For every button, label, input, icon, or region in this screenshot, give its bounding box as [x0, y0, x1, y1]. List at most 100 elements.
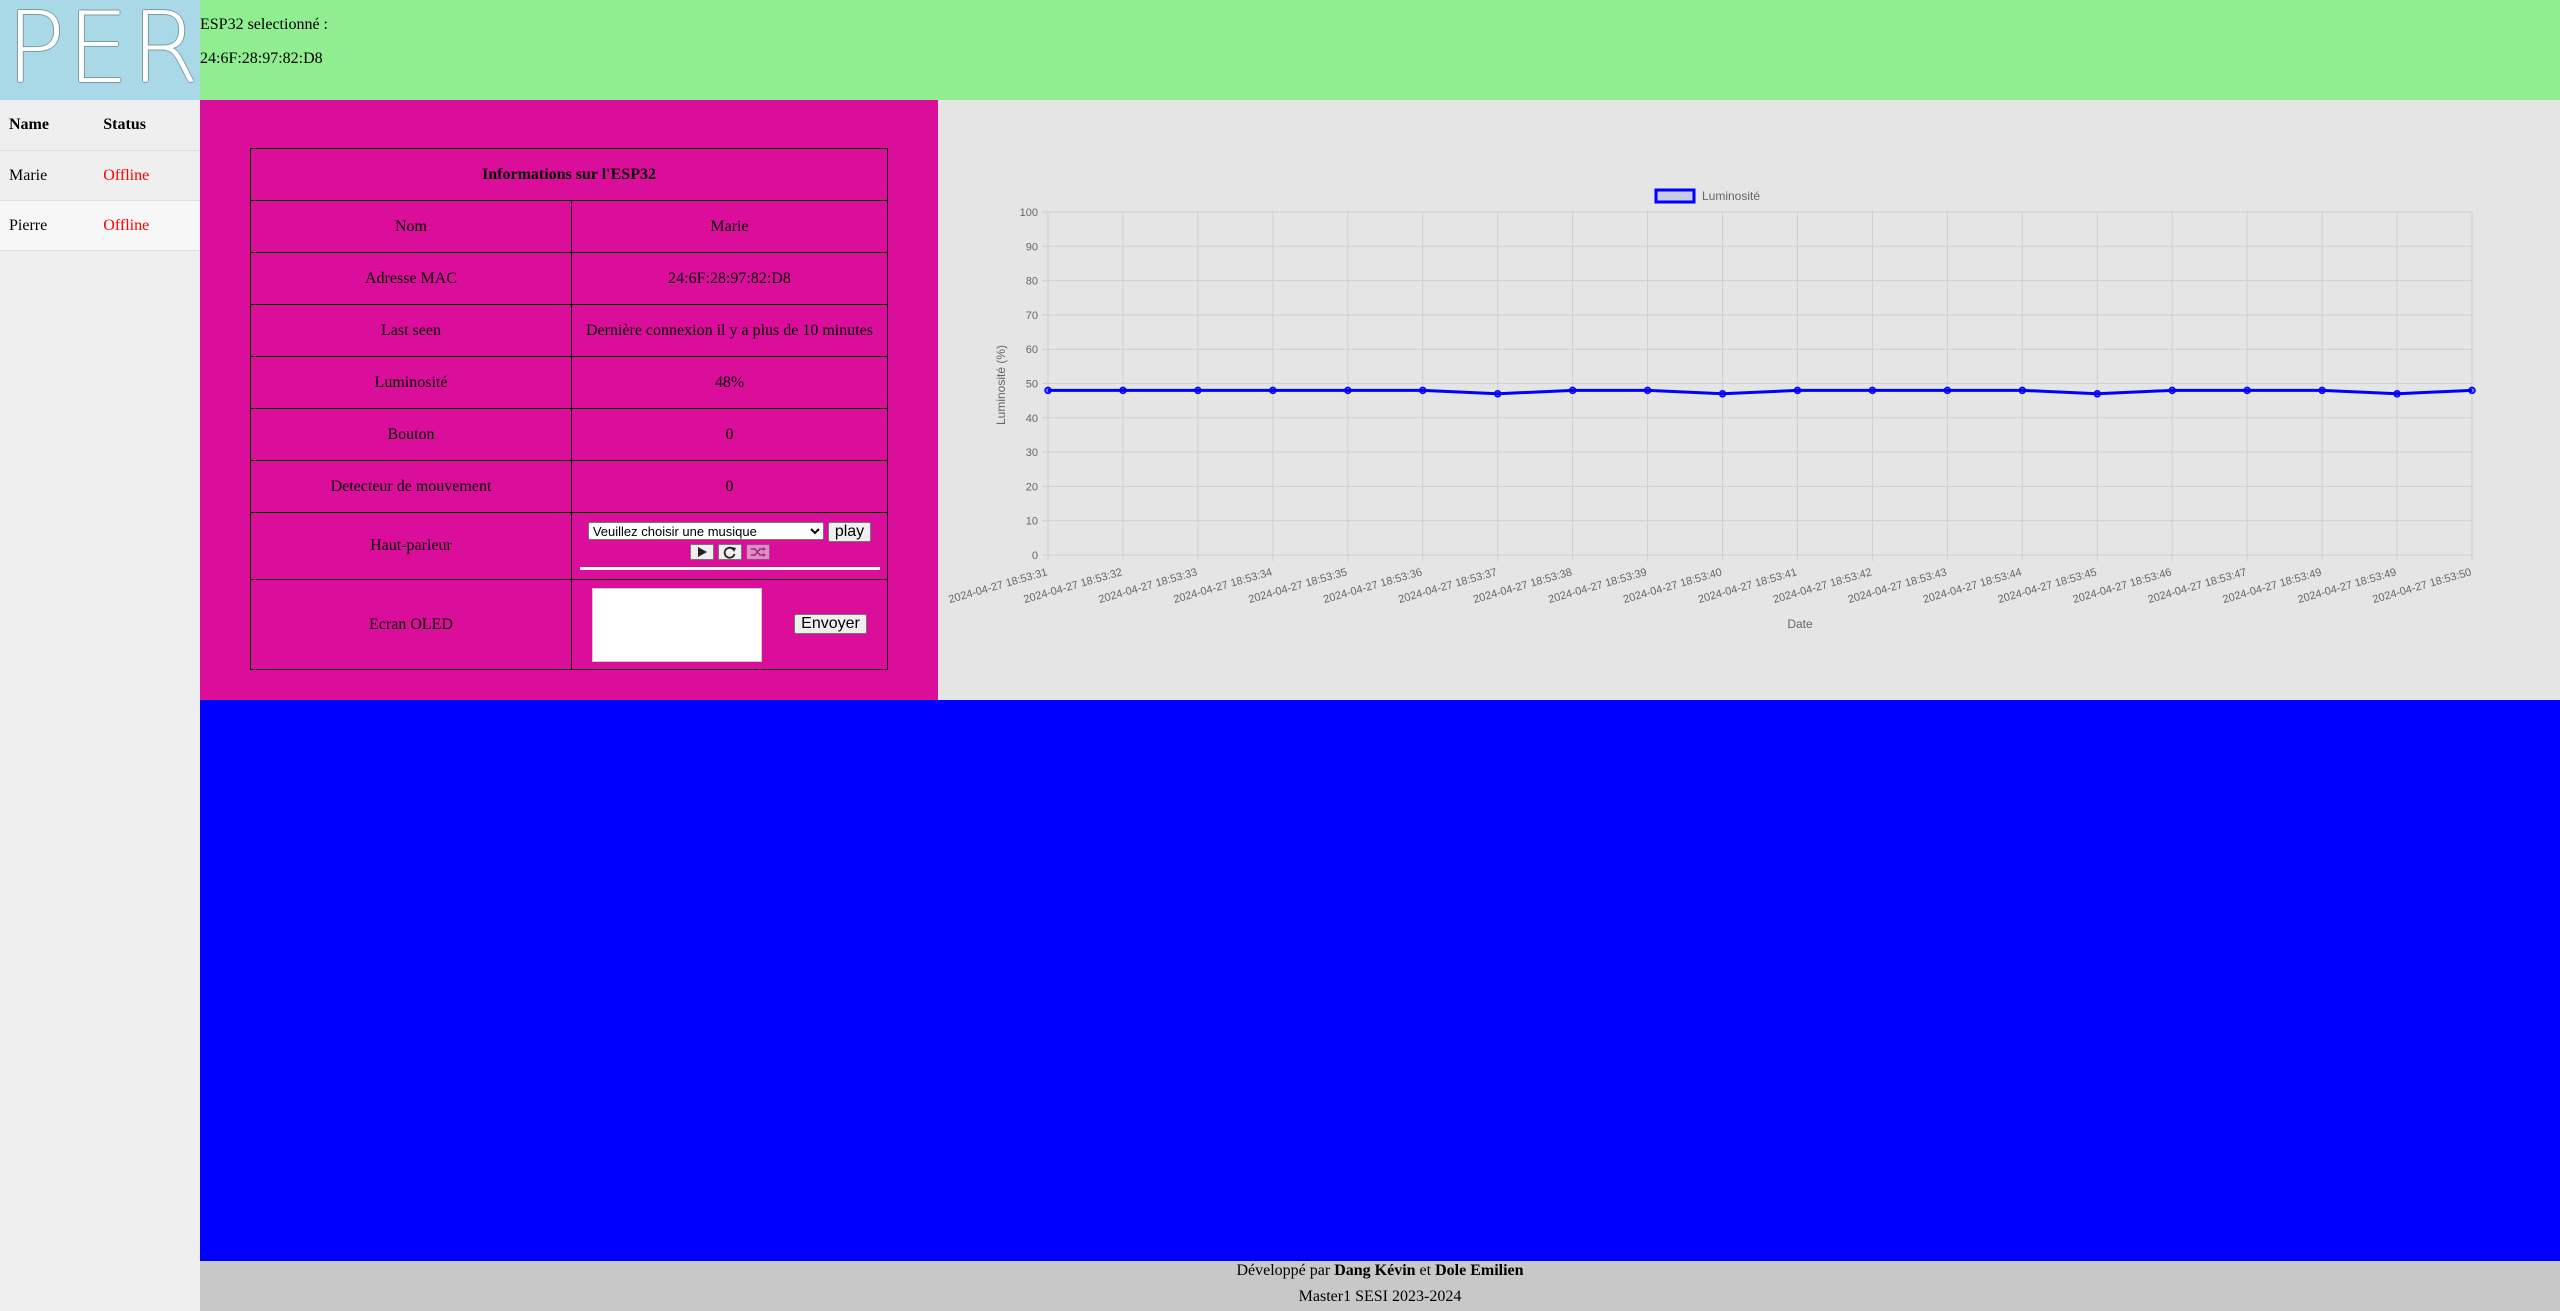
info-value: Marie: [571, 200, 888, 253]
y-axis-title: Luminosité (%): [994, 345, 1008, 425]
data-point: [1943, 386, 1952, 395]
footer: Développé par Dang Kévin et Dole Emilien…: [200, 1261, 2560, 1311]
y-tick-label: 70: [1026, 310, 1038, 322]
device-name[interactable]: Marie: [0, 150, 95, 201]
y-tick-label: 60: [1026, 344, 1038, 356]
y-tick-label: 80: [1026, 276, 1038, 288]
device-row-pierre[interactable]: Pierre Offline: [0, 200, 200, 251]
data-point: [1194, 386, 1202, 395]
repeat-icon[interactable]: [717, 544, 742, 561]
esp32-info-panel: Informations sur l'ESP32 Nom Marie Adres…: [200, 100, 938, 700]
data-point: [2393, 390, 2401, 398]
oled-label: Ecran OLED: [250, 579, 572, 670]
info-value: Dernière connexion il y a plus de 10 min…: [571, 304, 888, 357]
y-tick-label: 10: [1026, 516, 1038, 528]
data-point: [2318, 386, 2326, 395]
speaker-label: Haut-parleur: [250, 512, 572, 580]
speaker-controls: Veuillez choisir une musique play: [571, 512, 888, 580]
info-label: Detecteur de mouvement: [250, 460, 572, 513]
y-tick-label: 100: [1020, 207, 1038, 219]
info-value: 24:6F:28:97:82:D8: [571, 252, 888, 305]
data-point: [2018, 386, 2027, 395]
info-label: Luminosité: [250, 356, 572, 409]
device-row-marie[interactable]: Marie Offline: [0, 150, 200, 201]
footer-prefix: Développé par: [1236, 1262, 1331, 1279]
device-name[interactable]: Pierre: [0, 200, 95, 251]
column-header-name: Name: [0, 100, 95, 151]
info-label: Bouton: [250, 408, 572, 461]
x-axis-title: Date: [1787, 617, 1813, 631]
info-row-name: Nom Marie: [250, 200, 888, 253]
info-row-luminosity: Luminosité 48%: [250, 356, 888, 409]
data-point: [1868, 386, 1877, 395]
legend-label: Luminosité: [1702, 189, 1760, 203]
y-tick-label: 40: [1026, 413, 1038, 425]
blue-content-panel: [200, 700, 2560, 1261]
info-row-mac: Adresse MAC 24:6F:28:97:82:D8: [250, 252, 888, 305]
luminosity-chart: 0 10 20 30 40 50 60 70 80 90 100 2024-04-27 18:53:…: [947, 188, 2476, 631]
device-status: Offline: [94, 150, 200, 201]
footer-course: Master1 SESI 2023-2024: [1298, 1288, 1462, 1305]
shuffle-icon[interactable]: [745, 544, 770, 561]
data-point: [2168, 386, 2176, 395]
y-tick-label: 20: [1026, 481, 1038, 493]
play-icon[interactable]: [689, 544, 714, 561]
music-select[interactable]: Veuillez choisir une musique: [587, 522, 824, 540]
logo-text: PERI: [6, 0, 200, 100]
footer-credits: Développé par Dang Kévin et Dole Emilien: [200, 1262, 2560, 1280]
device-table: Name Status Marie Offline Pierre Offline: [0, 100, 200, 251]
legend-swatch: [1654, 188, 1696, 204]
esp32-info-table: Informations sur l'ESP32 Nom Marie Adres…: [250, 148, 888, 670]
data-point: [1493, 390, 1502, 398]
info-label: Last seen: [250, 304, 572, 357]
y-tick-label: 30: [1026, 447, 1038, 459]
play-button[interactable]: play: [827, 522, 872, 542]
data-point: [1643, 386, 1652, 395]
footer-author-2: Dole Emilien: [1435, 1262, 1524, 1279]
oled-controls: Envoyer: [571, 579, 888, 670]
data-point: [1344, 386, 1352, 395]
chart-grid: [1042, 211, 2473, 561]
data-point: [1119, 386, 1127, 395]
series-line: [1048, 388, 2473, 396]
y-tick-label: 50: [1026, 379, 1038, 391]
selected-esp32-mac: 24:6F:28:97:82:D8: [200, 50, 323, 67]
info-row-last-seen: Last seen Dernière connexion il y a plus…: [250, 304, 888, 357]
device-status: Offline: [94, 200, 200, 251]
audio-progress-bar[interactable]: [579, 567, 880, 570]
data-point: [1044, 386, 1052, 395]
info-label: Nom: [250, 200, 572, 253]
footer-joiner: et: [1419, 1262, 1432, 1279]
info-table-title: Informations sur l'ESP32: [250, 148, 888, 201]
x-axis-ticks: 2024-04-27 18:53:312024-04-27 18:53:3220…: [947, 566, 2473, 606]
data-point: [2468, 386, 2476, 395]
info-row-motion-detector: Detecteur de mouvement 0: [250, 460, 888, 513]
series-luminosity: [1044, 386, 2476, 398]
y-axis-ticks: 0 10 20 30 40 50 60 70 80 90 100: [1020, 207, 1038, 562]
selected-esp32-label: ESP32 selectionné :: [200, 16, 328, 33]
header-bar: ESP32 selectionné : 24:6F:28:97:82:D8: [200, 0, 2560, 100]
info-row-button: Bouton 0: [250, 408, 888, 461]
info-row-speaker: Haut-parleur Veuillez choisir une musiqu…: [250, 512, 888, 580]
info-row-oled: Ecran OLED Envoyer: [250, 579, 888, 670]
info-value: 48%: [571, 356, 888, 409]
oled-text-input[interactable]: [592, 587, 763, 662]
data-point: [1718, 390, 1727, 398]
data-point: [1568, 386, 1577, 395]
y-tick-label: 90: [1026, 241, 1038, 253]
data-point: [2243, 386, 2251, 395]
data-point: [1418, 386, 1427, 395]
data-point: [1793, 386, 1802, 395]
data-point: [2093, 390, 2102, 398]
info-label: Adresse MAC: [250, 252, 572, 305]
y-tick-label: 0: [1032, 550, 1038, 562]
send-button[interactable]: Envoyer: [794, 614, 867, 635]
luminosity-chart-panel: 0 10 20 30 40 50 60 70 80 90 100 2024-04-27 18:53:…: [938, 100, 2560, 700]
footer-author-1: Dang Kévin: [1334, 1262, 1416, 1279]
info-value: 0: [571, 460, 888, 513]
peri-logo: PERI: [0, 0, 200, 100]
column-header-status: Status: [94, 100, 200, 151]
info-value: 0: [571, 408, 888, 461]
data-point: [1269, 386, 1277, 395]
device-sidebar: Name Status Marie Offline Pierre Offline: [0, 100, 200, 1311]
